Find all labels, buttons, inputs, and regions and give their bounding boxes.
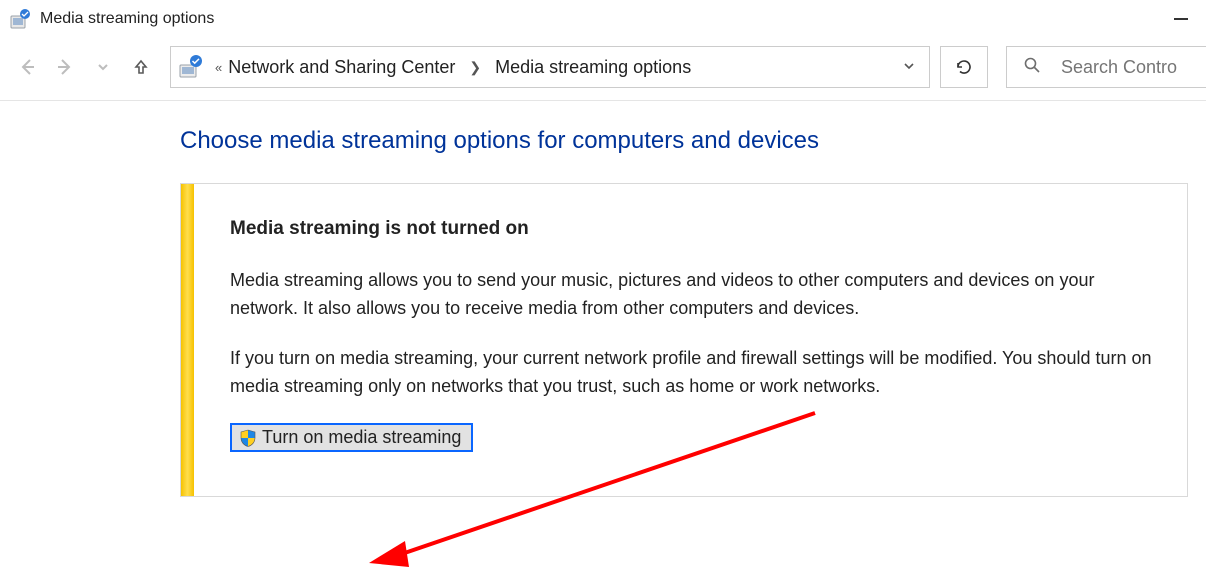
nav-row: « Network and Sharing Center ❯ Media str… bbox=[0, 38, 1206, 96]
refresh-button[interactable] bbox=[940, 46, 988, 88]
address-bar[interactable]: « Network and Sharing Center ❯ Media str… bbox=[170, 46, 930, 88]
content-area: Choose media streaming options for compu… bbox=[0, 101, 1206, 497]
search-icon bbox=[1023, 56, 1041, 78]
window-minimize-button[interactable] bbox=[1164, 5, 1198, 33]
breadcrumb-parent[interactable]: Network and Sharing Center bbox=[228, 57, 455, 78]
search-input[interactable] bbox=[1059, 56, 1206, 79]
panel-paragraph-2: If you turn on media streaming, your cur… bbox=[230, 345, 1163, 401]
breadcrumb-overflow-icon[interactable]: « bbox=[215, 60, 222, 75]
breadcrumb-current[interactable]: Media streaming options bbox=[495, 57, 691, 78]
control-panel-icon bbox=[10, 8, 32, 30]
nav-forward-button[interactable] bbox=[50, 52, 80, 82]
page-heading: Choose media streaming options for compu… bbox=[180, 127, 1206, 155]
info-panel: Media streaming is not turned on Media s… bbox=[180, 183, 1188, 497]
turn-on-media-streaming-button[interactable]: Turn on media streaming bbox=[230, 423, 473, 452]
nav-history-dropdown[interactable] bbox=[88, 52, 118, 82]
nav-up-button[interactable] bbox=[126, 52, 156, 82]
search-box[interactable] bbox=[1006, 46, 1206, 88]
nav-back-button[interactable] bbox=[12, 52, 42, 82]
titlebar: Media streaming options bbox=[0, 0, 1206, 38]
address-dropdown-button[interactable] bbox=[895, 59, 923, 75]
window-title: Media streaming options bbox=[40, 10, 214, 28]
location-icon bbox=[177, 53, 205, 81]
turn-on-button-label: Turn on media streaming bbox=[262, 427, 461, 448]
panel-subhead: Media streaming is not turned on bbox=[230, 214, 1163, 243]
panel-paragraph-1: Media streaming allows you to send your … bbox=[230, 267, 1163, 323]
uac-shield-icon bbox=[238, 428, 258, 448]
panel-body: Media streaming is not turned on Media s… bbox=[194, 184, 1187, 496]
warning-stripe bbox=[181, 184, 194, 496]
chevron-right-icon: ❯ bbox=[469, 59, 481, 76]
